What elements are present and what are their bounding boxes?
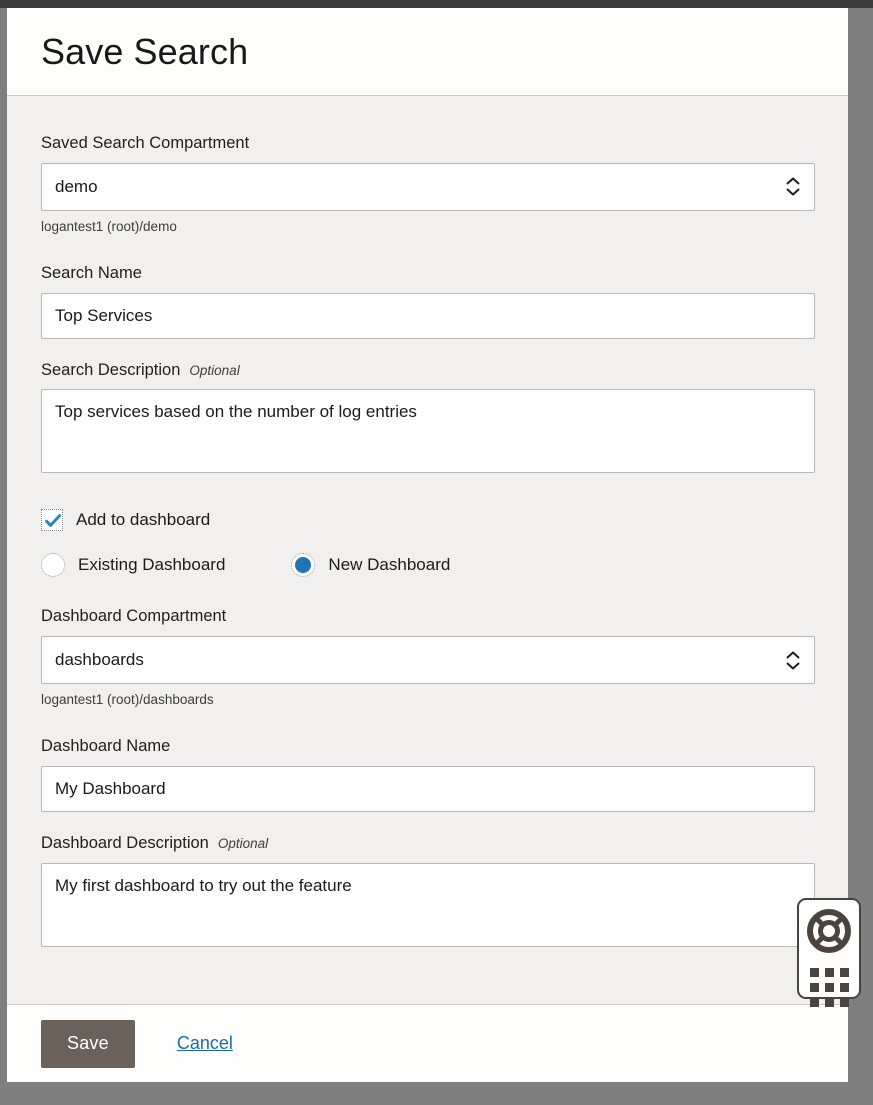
dashboard-compartment-path: logantest1 (root)/dashboards <box>41 692 814 707</box>
dialog-body: Saved Search Compartment demo logantest1… <box>7 96 848 1004</box>
dashboard-compartment-label: Dashboard Compartment <box>41 607 814 627</box>
dashboard-compartment-select[interactable]: dashboards <box>41 636 815 684</box>
spacer <box>41 234 814 264</box>
spacer <box>41 339 814 361</box>
search-name-input[interactable]: Top Services <box>41 293 815 339</box>
dot <box>840 968 849 977</box>
saved-search-compartment-label: Saved Search Compartment <box>41 134 814 154</box>
screenshot-viewport: Save Search Saved Search Compartment dem… <box>0 0 873 1105</box>
radio-selected-icon[interactable] <box>291 553 315 577</box>
field-dashboard-name: Dashboard Name My Dashboard <box>41 737 814 812</box>
dashboard-compartment-value: dashboards <box>55 650 784 670</box>
dashboard-description-optional-tag: Optional <box>218 836 268 851</box>
dot <box>810 998 819 1007</box>
dashboard-name-label: Dashboard Name <box>41 737 814 757</box>
radio-existing-dashboard[interactable]: Existing Dashboard <box>41 553 225 577</box>
save-button[interactable]: Save <box>41 1020 135 1068</box>
save-search-dialog: Save Search Saved Search Compartment dem… <box>7 8 848 1082</box>
dashboard-mode-radio-group: Existing Dashboard New Dashboard <box>41 553 814 577</box>
radio-existing-dashboard-label: Existing Dashboard <box>78 555 225 575</box>
radio-unselected-icon[interactable] <box>41 553 65 577</box>
search-description-optional-tag: Optional <box>189 363 239 378</box>
saved-search-compartment-select[interactable]: demo <box>41 163 815 211</box>
spacer <box>41 577 814 607</box>
dot <box>840 983 849 992</box>
spacer <box>41 707 814 737</box>
search-description-label-text: Search Description <box>41 361 180 379</box>
dot <box>825 998 834 1007</box>
field-search-description: Search Description Optional Top services … <box>41 361 814 474</box>
checkmark-icon[interactable] <box>41 509 63 531</box>
add-to-dashboard-label: Add to dashboard <box>76 510 210 530</box>
search-description-textarea[interactable]: Top services based on the number of log … <box>41 389 815 473</box>
lifebuoy-icon[interactable] <box>806 908 852 959</box>
radio-new-dashboard[interactable]: New Dashboard <box>291 553 450 577</box>
stepper-updown-icon[interactable] <box>784 651 802 670</box>
saved-search-compartment-path: logantest1 (root)/demo <box>41 219 814 234</box>
page-title: Save Search <box>41 31 248 73</box>
dot <box>825 968 834 977</box>
dialog-footer: Save Cancel <box>7 1004 848 1082</box>
window-left-chrome <box>0 8 7 1105</box>
dashboard-description-label-text: Dashboard Description <box>41 834 209 852</box>
field-dashboard-description: Dashboard Description Optional My first d… <box>41 834 814 947</box>
dot <box>825 983 834 992</box>
dashboard-description-label: Dashboard Description Optional <box>41 834 814 854</box>
radio-new-dashboard-label: New Dashboard <box>328 555 450 575</box>
window-top-chrome <box>0 0 873 8</box>
dialog-header: Save Search <box>7 8 848 96</box>
dashboard-description-textarea[interactable]: My first dashboard to try out the featur… <box>41 863 815 947</box>
help-widget[interactable] <box>797 898 861 999</box>
cancel-link[interactable]: Cancel <box>177 1033 233 1054</box>
search-description-label: Search Description Optional <box>41 361 814 381</box>
stepper-updown-icon[interactable] <box>784 177 802 196</box>
window-bottom-chrome <box>0 1082 873 1105</box>
dot <box>810 968 819 977</box>
field-search-name: Search Name Top Services <box>41 264 814 339</box>
spacer <box>41 812 814 834</box>
dashboard-name-input[interactable]: My Dashboard <box>41 766 815 812</box>
dots-grid-icon[interactable] <box>810 968 849 1007</box>
add-to-dashboard-checkbox[interactable]: Add to dashboard <box>41 509 814 531</box>
dot <box>810 983 819 992</box>
field-saved-search-compartment: Saved Search Compartment demo logantest1… <box>41 134 814 234</box>
field-dashboard-compartment: Dashboard Compartment dashboards logante… <box>41 607 814 707</box>
saved-search-compartment-value: demo <box>55 177 784 197</box>
dot <box>840 998 849 1007</box>
search-name-label: Search Name <box>41 264 814 284</box>
